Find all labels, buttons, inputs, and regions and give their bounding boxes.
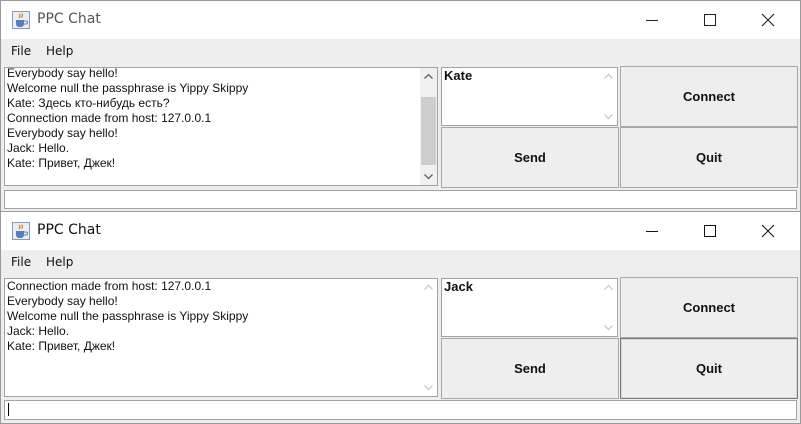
close-button[interactable] [739,212,797,250]
chat-line: Everybody say hello! [7,67,118,80]
chat-line: Everybody say hello! [7,294,118,308]
close-icon [761,13,775,27]
username-scrollbar[interactable] [600,279,617,336]
chat-window-jack: PPC Chat File Help Connection made from … [0,211,801,424]
chat-log-area[interactable]: Everybody say hello! Welcome null the pa… [4,67,438,186]
scroll-down-arrow-icon[interactable] [600,319,617,336]
content-panel: Everybody say hello! Welcome null the pa… [1,64,800,211]
chat-line: Connection made from host: 127.0.0.1 [7,111,212,125]
maximize-icon [704,14,716,26]
maximize-button[interactable] [681,212,739,250]
scroll-up-arrow-icon[interactable] [420,68,437,85]
scroll-up-arrow-icon[interactable] [420,279,437,296]
username-value: Kate [444,68,473,83]
maximize-icon [704,225,716,237]
username-area[interactable]: Jack [441,278,618,337]
text-caret [8,403,9,416]
username-area[interactable]: Kate [441,67,618,126]
chat-line: Kate: Привет, Джек! [7,339,116,353]
chat-line: Everybody say hello! [7,126,118,140]
title-bar[interactable]: PPC Chat [1,1,800,39]
username-scrollbar[interactable] [600,68,617,125]
scroll-down-arrow-icon[interactable] [420,168,437,185]
minimize-button[interactable] [623,1,681,39]
menu-file[interactable]: File [11,44,31,58]
chat-scrollbar[interactable] [420,279,437,396]
window-title: PPC Chat [37,222,101,238]
scroll-down-arrow-icon[interactable] [420,379,437,396]
java-cup-icon [12,222,30,240]
chat-line: Kate: Здесь кто-нибудь есть? [7,96,170,110]
scroll-up-arrow-icon[interactable] [600,279,617,296]
minimize-icon [646,20,658,21]
close-icon [761,224,775,238]
connect-button[interactable]: Connect [620,277,798,338]
chat-log-lines: Connection made from host: 127.0.0.1 Eve… [7,279,417,354]
chat-line: Jack: Hello. [7,141,70,155]
message-input[interactable] [4,190,797,209]
chat-line: Welcome null the passphrase is Yippy Ski… [7,309,249,323]
maximize-button[interactable] [681,1,739,39]
minimize-button[interactable] [623,212,681,250]
chat-scroll-thumb[interactable] [421,97,436,165]
chat-log-area[interactable]: Connection made from host: 127.0.0.1 Eve… [4,278,438,397]
chat-line: Jack: Hello. [7,324,70,338]
title-bar[interactable]: PPC Chat [1,212,800,250]
menu-bar: File Help [1,250,800,275]
username-value: Jack [444,279,473,294]
scroll-up-arrow-icon[interactable] [600,68,617,85]
menu-help[interactable]: Help [46,255,73,269]
chat-window-kate: PPC Chat File Help Everybody say hello! … [0,0,801,212]
connect-button[interactable]: Connect [620,66,798,127]
chat-line: Kate: Привет, Джек! [7,156,116,170]
menu-file[interactable]: File [11,255,31,269]
message-input[interactable] [4,400,797,420]
send-button[interactable]: Send [441,338,619,399]
chat-line: Welcome null the passphrase is Yippy Ski… [7,81,249,95]
menu-help[interactable]: Help [46,44,73,58]
chat-log-lines: Everybody say hello! Welcome null the pa… [7,67,417,171]
send-button[interactable]: Send [441,127,619,188]
minimize-icon [646,231,658,232]
content-panel: Connection made from host: 127.0.0.1 Eve… [1,275,800,423]
close-button[interactable] [739,1,797,39]
scroll-down-arrow-icon[interactable] [600,108,617,125]
quit-button[interactable]: Quit [620,127,798,188]
chat-scrollbar[interactable] [420,68,437,185]
quit-button[interactable]: Quit [620,338,798,399]
java-cup-icon [12,11,30,29]
window-title: PPC Chat [37,11,101,27]
menu-bar: File Help [1,39,800,64]
chat-line: Connection made from host: 127.0.0.1 [7,279,212,293]
